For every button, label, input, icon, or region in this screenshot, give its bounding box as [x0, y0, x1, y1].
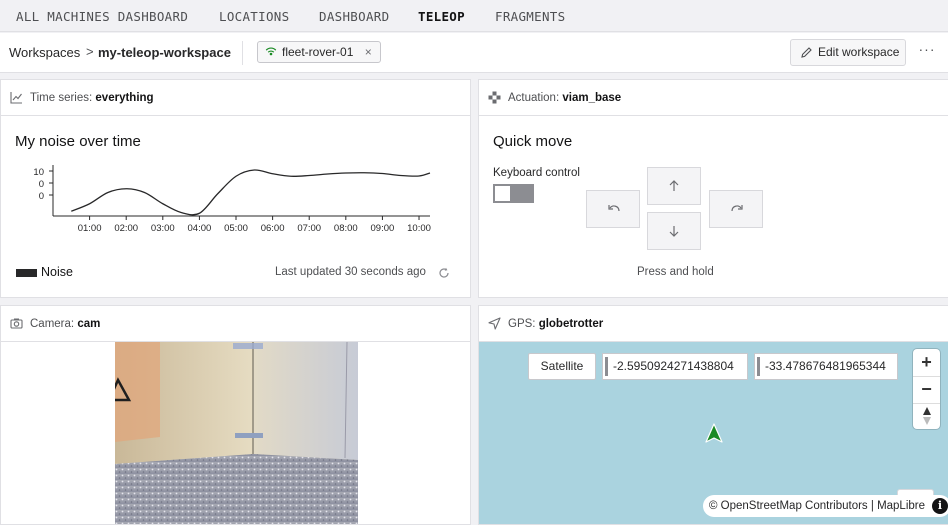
nav-locations[interactable]: LOCATIONS [219, 9, 289, 24]
refresh-icon[interactable] [438, 267, 450, 279]
longitude-field[interactable]: -33.478676481965344 [754, 353, 898, 380]
actuation-panel: Actuation: viam_base Quick move Keyboard… [478, 79, 948, 298]
camera-icon [10, 318, 23, 329]
arrow-down-icon [669, 226, 679, 237]
panel-header: Actuation: viam_base [479, 80, 948, 116]
breadcrumb-current-workspace: my-teleop-workspace [98, 45, 231, 60]
nav-dashboard[interactable]: DASHBOARD [319, 9, 389, 24]
machine-chip-label: fleet-rover-01 [282, 45, 354, 59]
time-series-panel: Time series: everything My noise over ti… [0, 79, 471, 298]
location-marker-icon [705, 423, 723, 443]
panel-title-name: viam_base [562, 92, 622, 104]
panel-title-prefix: GPS: [508, 318, 536, 330]
series-line-noise [71, 169, 431, 216]
attribution-text: © OpenStreetMap Contributors | MapLibre [709, 500, 926, 512]
zoom-out-button[interactable]: − [913, 376, 940, 403]
compass-icon [922, 407, 931, 425]
rotate-right-button[interactable] [709, 190, 763, 228]
keyboard-control-label: Keyboard control [493, 167, 580, 179]
rotate-left-icon [608, 205, 620, 212]
workspace-bar: Workspaces > my-teleop-workspace fleet-r… [0, 33, 948, 73]
panel-header: Time series: everything [1, 80, 470, 116]
pencil-icon [801, 47, 812, 58]
zoom-control: + − [913, 349, 940, 429]
panel-title: Camera: cam [30, 318, 100, 330]
y-tick-label: 0 [39, 179, 44, 190]
last-updated-text: Last updated 30 seconds ago [275, 266, 426, 278]
noise-line-chart: 100001:00 02:00 03:00 04:00 05:00 06:00 07:00 0… [33, 165, 431, 234]
edit-workspace-label: Edit workspace [818, 45, 900, 59]
legend-label: Noise [41, 265, 73, 279]
press-and-hold-hint: Press and hold [637, 266, 714, 278]
line-chart-icon [10, 92, 22, 104]
gamepad-icon [488, 91, 501, 104]
ellipsis-icon[interactable]: ··· [918, 42, 936, 60]
camera-feed [115, 342, 358, 524]
signal-icon [265, 47, 277, 56]
breadcrumb-separator: > [86, 44, 94, 59]
panel-title-prefix: Time series: [30, 92, 93, 104]
panel-title-name: globetrotter [538, 318, 604, 330]
map-attribution: © OpenStreetMap Contributors | MapLibre … [703, 495, 948, 517]
y-tick-label: 10 [33, 167, 44, 178]
rotate-left-button[interactable] [586, 190, 640, 228]
satellite-button[interactable]: Satellite [528, 353, 596, 380]
compass-button[interactable] [913, 403, 940, 430]
keyboard-control-toggle[interactable] [493, 184, 534, 203]
map-canvas[interactable]: Satellite -2.5950924271438804 -33.478676… [479, 342, 948, 524]
breadcrumb-workspaces[interactable]: Workspaces [9, 45, 80, 60]
x-tick-label: 01:00 [78, 223, 102, 234]
zoom-in-button[interactable]: + [913, 349, 940, 376]
edit-workspace-button[interactable]: Edit workspace [790, 39, 906, 66]
x-tick-label: 02:00 [114, 223, 138, 234]
quick-move-title: Quick move [493, 133, 573, 150]
panel-header: Camera: cam [1, 306, 470, 342]
backward-button[interactable] [647, 212, 701, 250]
gps-panel: GPS: globetrotter Satellite -2.595092427… [478, 305, 948, 525]
nav-teleop[interactable]: TELEOP [418, 9, 465, 24]
x-tick-label: 05:00 [224, 223, 248, 234]
panel-title: Time series: everything [30, 92, 154, 104]
forward-button[interactable] [647, 167, 701, 205]
navigation-icon [488, 317, 501, 330]
divider [242, 41, 243, 65]
rotate-right-icon [731, 205, 743, 212]
info-icon[interactable]: i [932, 498, 948, 514]
nav-all-machines-dashboard[interactable]: ALL MACHINES DASHBOARD [16, 9, 188, 24]
x-tick-label: 09:00 [371, 223, 395, 234]
toggle-knob [495, 186, 510, 201]
panel-title: GPS: globetrotter [508, 318, 603, 330]
x-tick-label: 03:00 [151, 223, 175, 234]
panel-header: GPS: globetrotter [479, 306, 948, 342]
panel-title-name: cam [77, 318, 101, 330]
camera-image [115, 342, 358, 524]
legend-swatch [16, 269, 37, 277]
close-icon[interactable]: × [365, 45, 372, 59]
machine-chip[interactable]: fleet-rover-01 × [257, 41, 381, 63]
x-tick-label: 04:00 [188, 223, 212, 234]
top-nav: ALL MACHINES DASHBOARD LOCATIONS DASHBOA… [0, 0, 948, 32]
arrow-up-icon [669, 180, 679, 191]
panel-title: Actuation: viam_base [508, 92, 621, 104]
camera-panel: Camera: cam [0, 305, 471, 525]
panel-title-prefix: Camera: [30, 318, 75, 330]
x-tick-label: 10:00 [407, 223, 431, 234]
x-tick-label: 06:00 [261, 223, 285, 234]
nav-fragments[interactable]: FRAGMENTS [495, 9, 565, 24]
panel-title-prefix: Actuation: [508, 92, 560, 104]
x-tick-label: 07:00 [297, 223, 321, 234]
panel-title-name: everything [95, 92, 154, 104]
y-tick-label: 0 [39, 191, 44, 202]
x-tick-label: 08:00 [334, 223, 358, 234]
chart-title: My noise over time [15, 133, 141, 150]
latitude-field[interactable]: -2.5950924271438804 [602, 353, 748, 380]
